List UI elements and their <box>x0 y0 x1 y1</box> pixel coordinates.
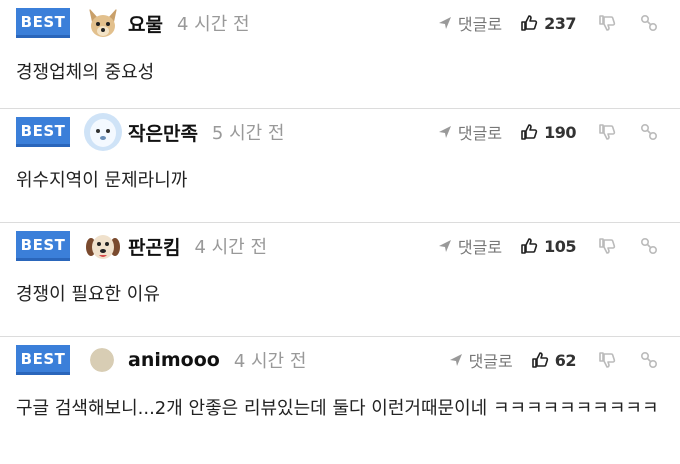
thumbs-down-icon <box>599 15 616 31</box>
comment-header: BEST 판곤킴 4 시간 전 댓글로 105 <box>16 227 680 265</box>
reply-label: 댓글로 <box>457 124 503 143</box>
dislike-button[interactable] <box>598 14 616 32</box>
comment-text: 위수지역이 문제라니까 <box>16 170 188 191</box>
like-button[interactable]: 237 <box>520 14 576 33</box>
best-badge: BEST <box>16 345 70 375</box>
comment-header: BEST 요물 4 시간 전 댓글로 237 <box>16 4 680 42</box>
nickname[interactable]: 판곤킴 <box>128 233 180 260</box>
reply-button[interactable]: 댓글로 <box>438 120 502 144</box>
like-button[interactable]: 62 <box>531 350 577 370</box>
thumbs-up-icon <box>521 238 538 254</box>
comment-item: BEST 판곤킴 4 시간 전 댓글로 105 경쟁이 필요한 이유 <box>0 223 680 337</box>
thumbs-up-icon <box>531 352 548 368</box>
like-button[interactable]: 105 <box>520 237 576 256</box>
comment-header: BEST 작은만족 5 시간 전 댓글로 190 <box>16 113 680 151</box>
link-button[interactable] <box>640 351 658 369</box>
comment-item: BEST 요물 4 시간 전 댓글로 237 경쟁업체의 중요성 <box>0 0 680 109</box>
reply-button[interactable]: 댓글로 <box>449 348 513 372</box>
reply-arrow-icon <box>438 240 451 252</box>
link-button[interactable] <box>640 123 658 141</box>
comment-item: BEST animooo 4 시간 전 댓글로 62 구글 검색해보니...2개… <box>0 337 680 464</box>
timestamp: 4 시간 전 <box>176 14 250 35</box>
avatar-puppy-icon[interactable] <box>84 227 122 265</box>
like-count: 105 <box>544 236 576 256</box>
reply-arrow-icon <box>438 126 451 138</box>
comment-text: 경쟁업체의 중요성 <box>16 62 155 83</box>
comment-actions: 댓글로 105 <box>438 229 658 263</box>
like-count: 190 <box>544 122 576 142</box>
link-icon <box>640 14 658 32</box>
reply-arrow-icon <box>449 354 462 366</box>
avatar-dog-icon[interactable] <box>84 4 122 42</box>
comment-item: BEST 작은만족 5 시간 전 댓글로 190 위수지역이 문제라니까 <box>0 109 680 223</box>
reply-button[interactable]: 댓글로 <box>438 234 502 258</box>
avatar-circle-icon[interactable] <box>90 348 114 372</box>
link-icon <box>640 351 658 369</box>
comment-actions: 댓글로 237 <box>438 6 658 40</box>
comment-actions: 댓글로 190 <box>438 115 658 149</box>
like-button[interactable]: 190 <box>520 123 576 142</box>
link-button[interactable] <box>640 14 658 32</box>
link-icon <box>640 237 658 255</box>
nickname[interactable]: animooo <box>128 349 220 371</box>
timestamp: 4 시간 전 <box>233 351 307 372</box>
reply-arrow-icon <box>438 17 451 29</box>
dislike-button[interactable] <box>598 123 616 141</box>
reply-label: 댓글로 <box>457 15 503 34</box>
comment-text: 구글 검색해보니...2개 안좋은 리뷰있는데 둘다 이런거때문이네 ㅋㅋㅋㅋㅋ… <box>16 398 659 419</box>
nickname[interactable]: 작은만족 <box>128 119 198 146</box>
best-badge: BEST <box>16 231 70 261</box>
dislike-button[interactable] <box>598 237 616 255</box>
nickname[interactable]: 요물 <box>128 10 163 37</box>
best-badge: BEST <box>16 117 70 147</box>
thumbs-up-icon <box>521 124 538 140</box>
thumbs-down-icon <box>599 352 616 368</box>
comment-header: BEST animooo 4 시간 전 댓글로 62 <box>16 343 680 377</box>
like-count: 62 <box>554 350 577 370</box>
timestamp: 5 시간 전 <box>211 123 285 144</box>
dislike-button[interactable] <box>598 351 616 369</box>
best-badge: BEST <box>16 8 70 38</box>
like-count: 237 <box>544 13 576 33</box>
comment-actions: 댓글로 62 <box>449 343 658 377</box>
link-button[interactable] <box>640 237 658 255</box>
timestamp: 4 시간 전 <box>194 237 268 258</box>
comment-text: 경쟁이 필요한 이유 <box>16 284 160 305</box>
reply-label: 댓글로 <box>468 352 513 371</box>
thumbs-up-icon <box>521 15 538 31</box>
reply-label: 댓글로 <box>457 238 503 257</box>
reply-button[interactable]: 댓글로 <box>438 11 502 35</box>
link-icon <box>640 123 658 141</box>
avatar-snowman-icon[interactable] <box>84 113 122 151</box>
thumbs-down-icon <box>599 124 616 140</box>
thumbs-down-icon <box>599 238 616 254</box>
